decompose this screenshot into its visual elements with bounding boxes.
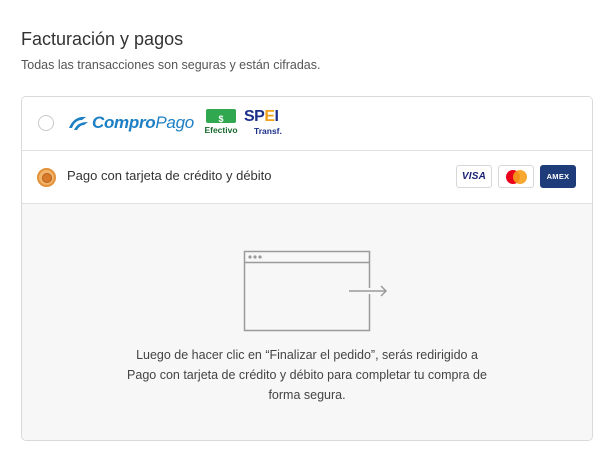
visa-icon: VISA xyxy=(456,165,492,188)
payment-option-card[interactable]: Pago con tarjeta de crédito y débito VIS… xyxy=(22,151,592,204)
mastercard-icon xyxy=(498,165,534,188)
spei-sub-label: Transf. xyxy=(254,126,282,136)
amex-icon: AMEX xyxy=(540,165,576,188)
compropago-logo: ComproPago xyxy=(66,110,194,136)
card-brands: VISA AMEX xyxy=(456,165,576,188)
efectivo-badge: $ Efectivo xyxy=(204,109,238,139)
redirect-panel: Luego de hacer clic en “Finalizar el ped… xyxy=(22,204,592,440)
compropago-mark-icon xyxy=(69,116,88,130)
section-subtitle: Todas las transacciones son seguras y es… xyxy=(21,58,321,72)
browser-redirect-icon xyxy=(243,250,388,332)
payment-methods-box: ComproPago $ Efectivo SPEI Transf. Pago … xyxy=(21,96,593,441)
payment-option-compropago[interactable]: ComproPago $ Efectivo SPEI Transf. xyxy=(22,97,592,151)
section-title: Facturación y pagos xyxy=(21,29,184,49)
spei-logo: SPEI xyxy=(244,108,279,125)
redirect-message: Luego de hacer clic en “Finalizar el ped… xyxy=(127,348,487,402)
compropago-radio[interactable] xyxy=(38,115,54,131)
card-option-label: Pago con tarjeta de crédito y débito xyxy=(67,168,272,183)
compropago-wordmark: ComproPago xyxy=(92,113,194,132)
cash-icon: $ xyxy=(206,109,236,124)
spei-badge: SPEI Transf. xyxy=(244,109,290,139)
efectivo-label: Efectivo xyxy=(204,125,238,135)
card-radio[interactable] xyxy=(37,168,56,187)
